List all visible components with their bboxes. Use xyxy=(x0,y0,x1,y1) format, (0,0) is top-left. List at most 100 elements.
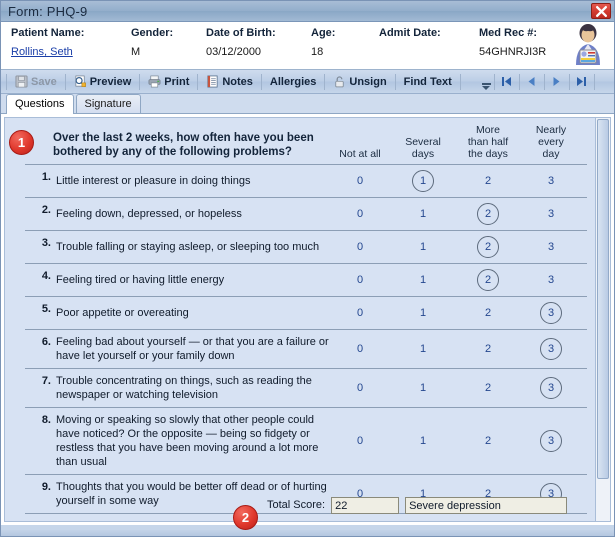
answer-option-3[interactable]: 3 xyxy=(521,269,581,291)
answer-option-2[interactable]: 2 xyxy=(455,203,521,225)
total-score-input[interactable]: 22 xyxy=(331,496,400,514)
tab-strip: Questions Signature xyxy=(1,94,614,114)
answer-option-0[interactable]: 0 xyxy=(329,430,391,452)
patient-name-field: Patient Name: Rollins, Seth xyxy=(1,26,121,69)
last-record-button[interactable] xyxy=(572,72,592,92)
allergies-label: Allergies xyxy=(269,75,317,88)
answer-option-2[interactable]: 2 xyxy=(455,430,521,452)
answer-option-2[interactable]: 2 xyxy=(455,338,521,360)
patient-name-link[interactable]: Rollins, Seth xyxy=(11,44,121,60)
answer-option-2[interactable]: 2 xyxy=(455,269,521,291)
next-record-button[interactable] xyxy=(547,72,567,92)
form-toolbar: Save Preview Print Notes Allergies Unsig… xyxy=(1,70,614,94)
toolbar-separator xyxy=(394,73,396,90)
toolbar-separator xyxy=(518,73,520,90)
answer-option-3[interactable]: 3 xyxy=(521,377,581,399)
vertical-scrollbar[interactable] xyxy=(596,117,611,522)
question-row: 7. Trouble concentrating on things, such … xyxy=(25,369,587,408)
med-rec-field: Med Rec #: 54GHNRJI3R xyxy=(469,26,579,69)
answer-option-3[interactable]: 3 xyxy=(521,170,581,192)
question-row: 3. Trouble falling or staying asleep, or … xyxy=(25,231,587,264)
toolbar-separator xyxy=(568,73,570,90)
notes-lines-icon xyxy=(207,75,218,88)
answer-option-1[interactable]: 1 xyxy=(391,302,455,324)
answer-option-0[interactable]: 0 xyxy=(329,338,391,360)
toolbar-separator xyxy=(197,73,199,90)
answer-option-0[interactable]: 0 xyxy=(329,203,391,225)
question-text: Poor appetite or overeating xyxy=(56,307,189,319)
allergies-button[interactable]: Allergies xyxy=(264,72,322,92)
question-text: Trouble falling or staying asleep, or sl… xyxy=(56,241,320,253)
age-field: Age: 18 xyxy=(301,26,369,69)
previous-record-button[interactable] xyxy=(522,72,542,92)
window-titlebar: Form: PHQ-9 xyxy=(1,1,614,22)
answer-option-1[interactable]: 1 xyxy=(391,430,455,452)
answer-option-0[interactable]: 0 xyxy=(329,302,391,324)
window-title: Form: PHQ-9 xyxy=(8,3,88,19)
preview-magnifier-icon xyxy=(75,75,86,87)
answer-option-1[interactable]: 1 xyxy=(391,170,455,192)
answer-option-3[interactable]: 3 xyxy=(521,203,581,225)
question-text: Feeling down, depressed, or hopeless xyxy=(56,208,242,220)
answer-option-3[interactable]: 3 xyxy=(521,430,581,452)
tab-signature[interactable]: Signature xyxy=(75,94,141,113)
answer-option-1[interactable]: 1 xyxy=(391,377,455,399)
print-button[interactable]: Print xyxy=(142,72,195,92)
answer-option-3[interactable]: 3 xyxy=(521,338,581,360)
severity-input[interactable]: Severe depression xyxy=(405,496,568,514)
question-number: 7. xyxy=(41,375,51,387)
unsign-button[interactable]: Unsign xyxy=(327,72,392,92)
admit-date-field: Admit Date: xyxy=(369,26,469,69)
answer-option-2[interactable]: 2 xyxy=(455,377,521,399)
print-label: Print xyxy=(164,75,190,88)
answer-option-0[interactable]: 0 xyxy=(329,236,391,258)
answer-option-0[interactable]: 0 xyxy=(329,377,391,399)
admit-date-label: Admit Date: xyxy=(379,27,441,39)
close-icon xyxy=(595,5,607,17)
close-button[interactable] xyxy=(591,3,611,19)
answer-option-1[interactable]: 1 xyxy=(391,203,455,225)
answer-option-0[interactable]: 0 xyxy=(329,170,391,192)
answer-option-0[interactable]: 0 xyxy=(329,269,391,291)
answer-option-2[interactable]: 2 xyxy=(455,170,521,192)
answer-option-1[interactable]: 1 xyxy=(391,338,455,360)
tab-questions[interactable]: Questions xyxy=(6,94,74,114)
save-button[interactable]: Save xyxy=(9,72,63,92)
toolbar-separator xyxy=(459,73,461,90)
preview-label: Preview xyxy=(89,75,132,88)
unsign-label: Unsign xyxy=(349,75,387,88)
patient-header: Patient Name: Rollins, Seth Gender: M Da… xyxy=(1,22,614,70)
patient-name-label: Patient Name: xyxy=(11,27,85,39)
toolbar-overflow-button[interactable] xyxy=(481,73,492,91)
column-header-several-days: Several days xyxy=(405,136,441,160)
find-text-label: Find Text xyxy=(403,75,452,88)
question-row: 5. Poor appetite or overeating 0 1 2 3 xyxy=(25,297,587,330)
next-arrow-icon xyxy=(553,77,560,86)
answer-option-3[interactable]: 3 xyxy=(521,236,581,258)
answer-option-2[interactable]: 2 xyxy=(455,236,521,258)
notes-button[interactable]: Notes xyxy=(200,72,259,92)
question-number: 6. xyxy=(41,336,51,348)
answer-option-3[interactable]: 3 xyxy=(521,302,581,324)
skip-to-end-icon xyxy=(577,77,587,86)
question-text: Little interest or pleasure in doing thi… xyxy=(56,175,251,187)
question-row: 8. Moving or speaking so slowly that othe… xyxy=(25,408,587,475)
annotation-badge-1: 1 xyxy=(9,130,34,155)
question-row: 4. Feeling tired or having little energy 0… xyxy=(25,264,587,297)
dob-label: Date of Birth: xyxy=(206,27,276,39)
question-row: 6. Feeling bad about yourself — or that y… xyxy=(25,330,587,369)
scrollbar-thumb[interactable] xyxy=(597,119,609,479)
chevron-down-icon xyxy=(482,85,491,90)
answer-option-1[interactable]: 1 xyxy=(391,269,455,291)
previous-arrow-icon xyxy=(528,77,535,86)
toolbar-overflow-icon xyxy=(481,82,491,85)
answer-option-1[interactable]: 1 xyxy=(391,236,455,258)
question-row: 1. Little interest or pleasure in doing t… xyxy=(25,165,587,198)
find-text-button[interactable]: Find Text xyxy=(398,72,458,92)
dob-field: Date of Birth: 03/12/2000 xyxy=(196,26,301,69)
answer-option-2[interactable]: 2 xyxy=(455,302,521,324)
toolbar-separator xyxy=(324,73,326,90)
first-record-button[interactable] xyxy=(497,72,517,92)
preview-button[interactable]: Preview xyxy=(68,72,138,92)
question-number: 5. xyxy=(41,303,51,315)
